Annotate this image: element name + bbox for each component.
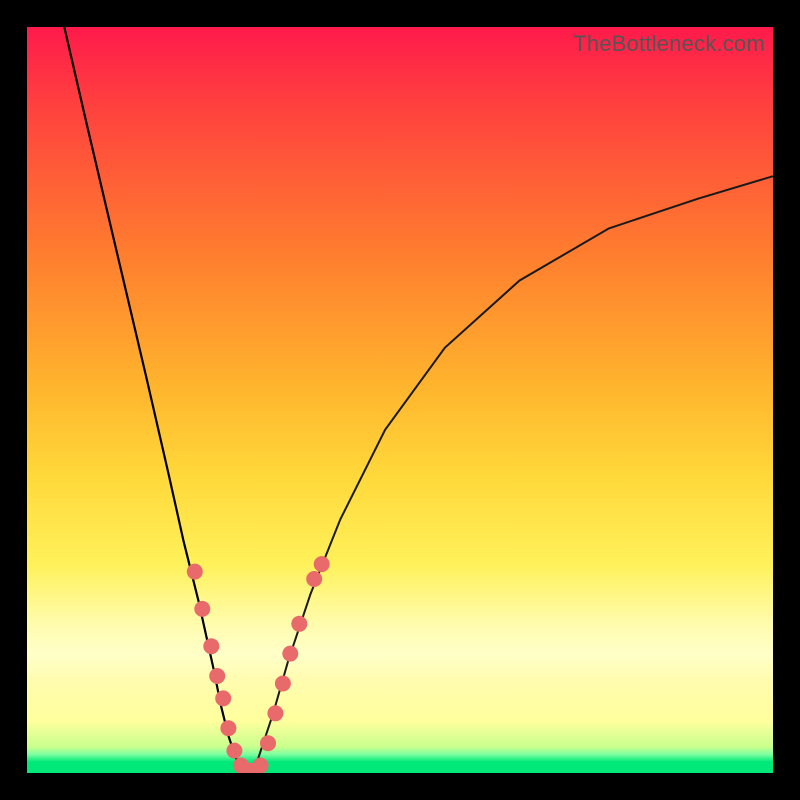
chart-plot-area: TheBottleneck.com xyxy=(27,27,773,773)
data-marker xyxy=(260,735,276,751)
data-marker xyxy=(194,601,210,617)
data-marker xyxy=(291,616,307,632)
data-marker xyxy=(226,743,242,759)
curve-left-branch xyxy=(64,27,251,773)
data-marker xyxy=(306,571,322,587)
chart-svg xyxy=(27,27,773,773)
data-marker xyxy=(220,720,236,736)
data-marker xyxy=(267,705,283,721)
data-marker xyxy=(203,638,219,654)
data-marker xyxy=(209,668,225,684)
data-marker xyxy=(314,556,330,572)
curve-right-branch xyxy=(251,176,773,773)
data-marker xyxy=(253,758,269,774)
data-marker xyxy=(282,646,298,662)
data-marker xyxy=(275,676,291,692)
data-marker xyxy=(187,564,203,580)
chart-frame: TheBottleneck.com xyxy=(0,0,800,800)
data-marker xyxy=(215,690,231,706)
marker-group xyxy=(187,556,330,773)
